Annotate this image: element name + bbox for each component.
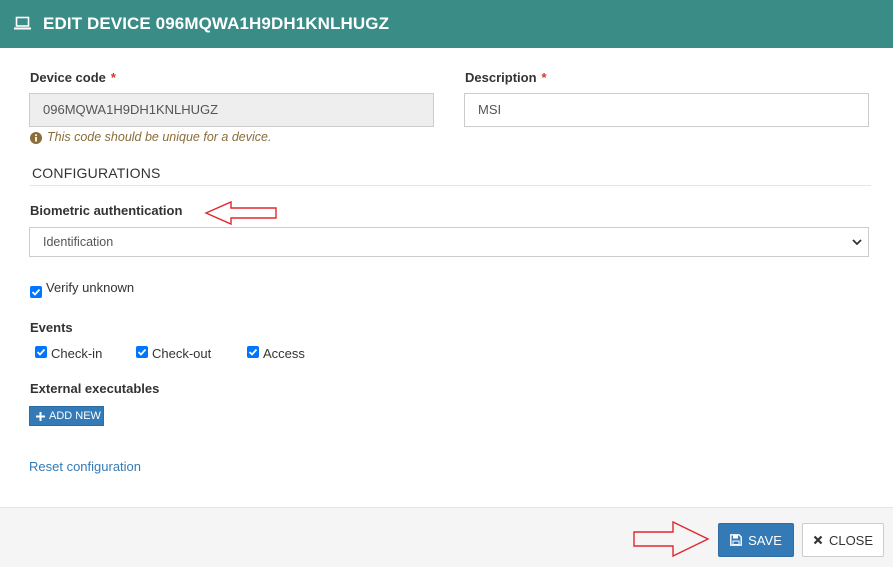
save-button[interactable]: SAVE (718, 523, 794, 557)
save-icon (730, 534, 743, 546)
save-label: SAVE (748, 532, 782, 548)
check-out-label: Check-out (152, 346, 212, 361)
external-executables-label: External executables (30, 381, 160, 396)
add-new-label: ADD NEW (49, 410, 101, 422)
check-in-checkbox[interactable] (35, 346, 47, 358)
access-checkbox[interactable] (247, 346, 259, 358)
verify-unknown-checkbox[interactable] (30, 286, 42, 298)
description-label: Description * (465, 70, 547, 86)
required-mark: * (110, 70, 116, 85)
device-code-label-text: Device code (30, 70, 106, 85)
close-button[interactable]: CLOSE (802, 523, 884, 557)
description-input[interactable]: MSI (464, 93, 869, 127)
section-divider (30, 185, 871, 186)
info-circle-icon (30, 131, 42, 144)
biometric-select[interactable]: Identification (29, 227, 869, 257)
device-code-input[interactable]: 096MQWA1H9DH1KNLHUGZ (29, 93, 434, 127)
close-icon (813, 535, 823, 545)
chevron-down-icon (852, 239, 862, 246)
laptop-icon (14, 16, 31, 30)
check-out-checkbox[interactable] (136, 346, 148, 358)
dialog-title: EDIT DEVICE 096MQWA1H9DH1KNLHUGZ (43, 14, 390, 33)
access-label: Access (263, 346, 305, 361)
add-new-button[interactable]: ADD NEW (29, 406, 104, 426)
biometric-selected-value: Identification (43, 235, 114, 249)
description-label-text: Description (465, 70, 537, 85)
annotation-arrow-left (204, 200, 277, 226)
close-label: CLOSE (828, 532, 874, 548)
biometric-label: Biometric authentication (30, 203, 183, 218)
events-label: Events (30, 320, 73, 335)
annotation-arrow-right (633, 520, 710, 558)
required-mark: * (541, 70, 547, 85)
plus-icon (36, 411, 45, 421)
check-in-label: Check-in (51, 346, 103, 361)
verify-unknown-label: Verify unknown (46, 280, 135, 295)
device-code-label: Device code * (30, 70, 116, 86)
reset-configuration-link[interactable]: Reset configuration (29, 459, 141, 475)
configurations-heading: CONFIGURATIONS (32, 165, 161, 181)
device-code-help: This code should be unique for a device. (30, 130, 271, 145)
help-text: This code should be unique for a device. (47, 130, 272, 144)
dialog-header: EDIT DEVICE 096MQWA1H9DH1KNLHUGZ (0, 0, 893, 48)
